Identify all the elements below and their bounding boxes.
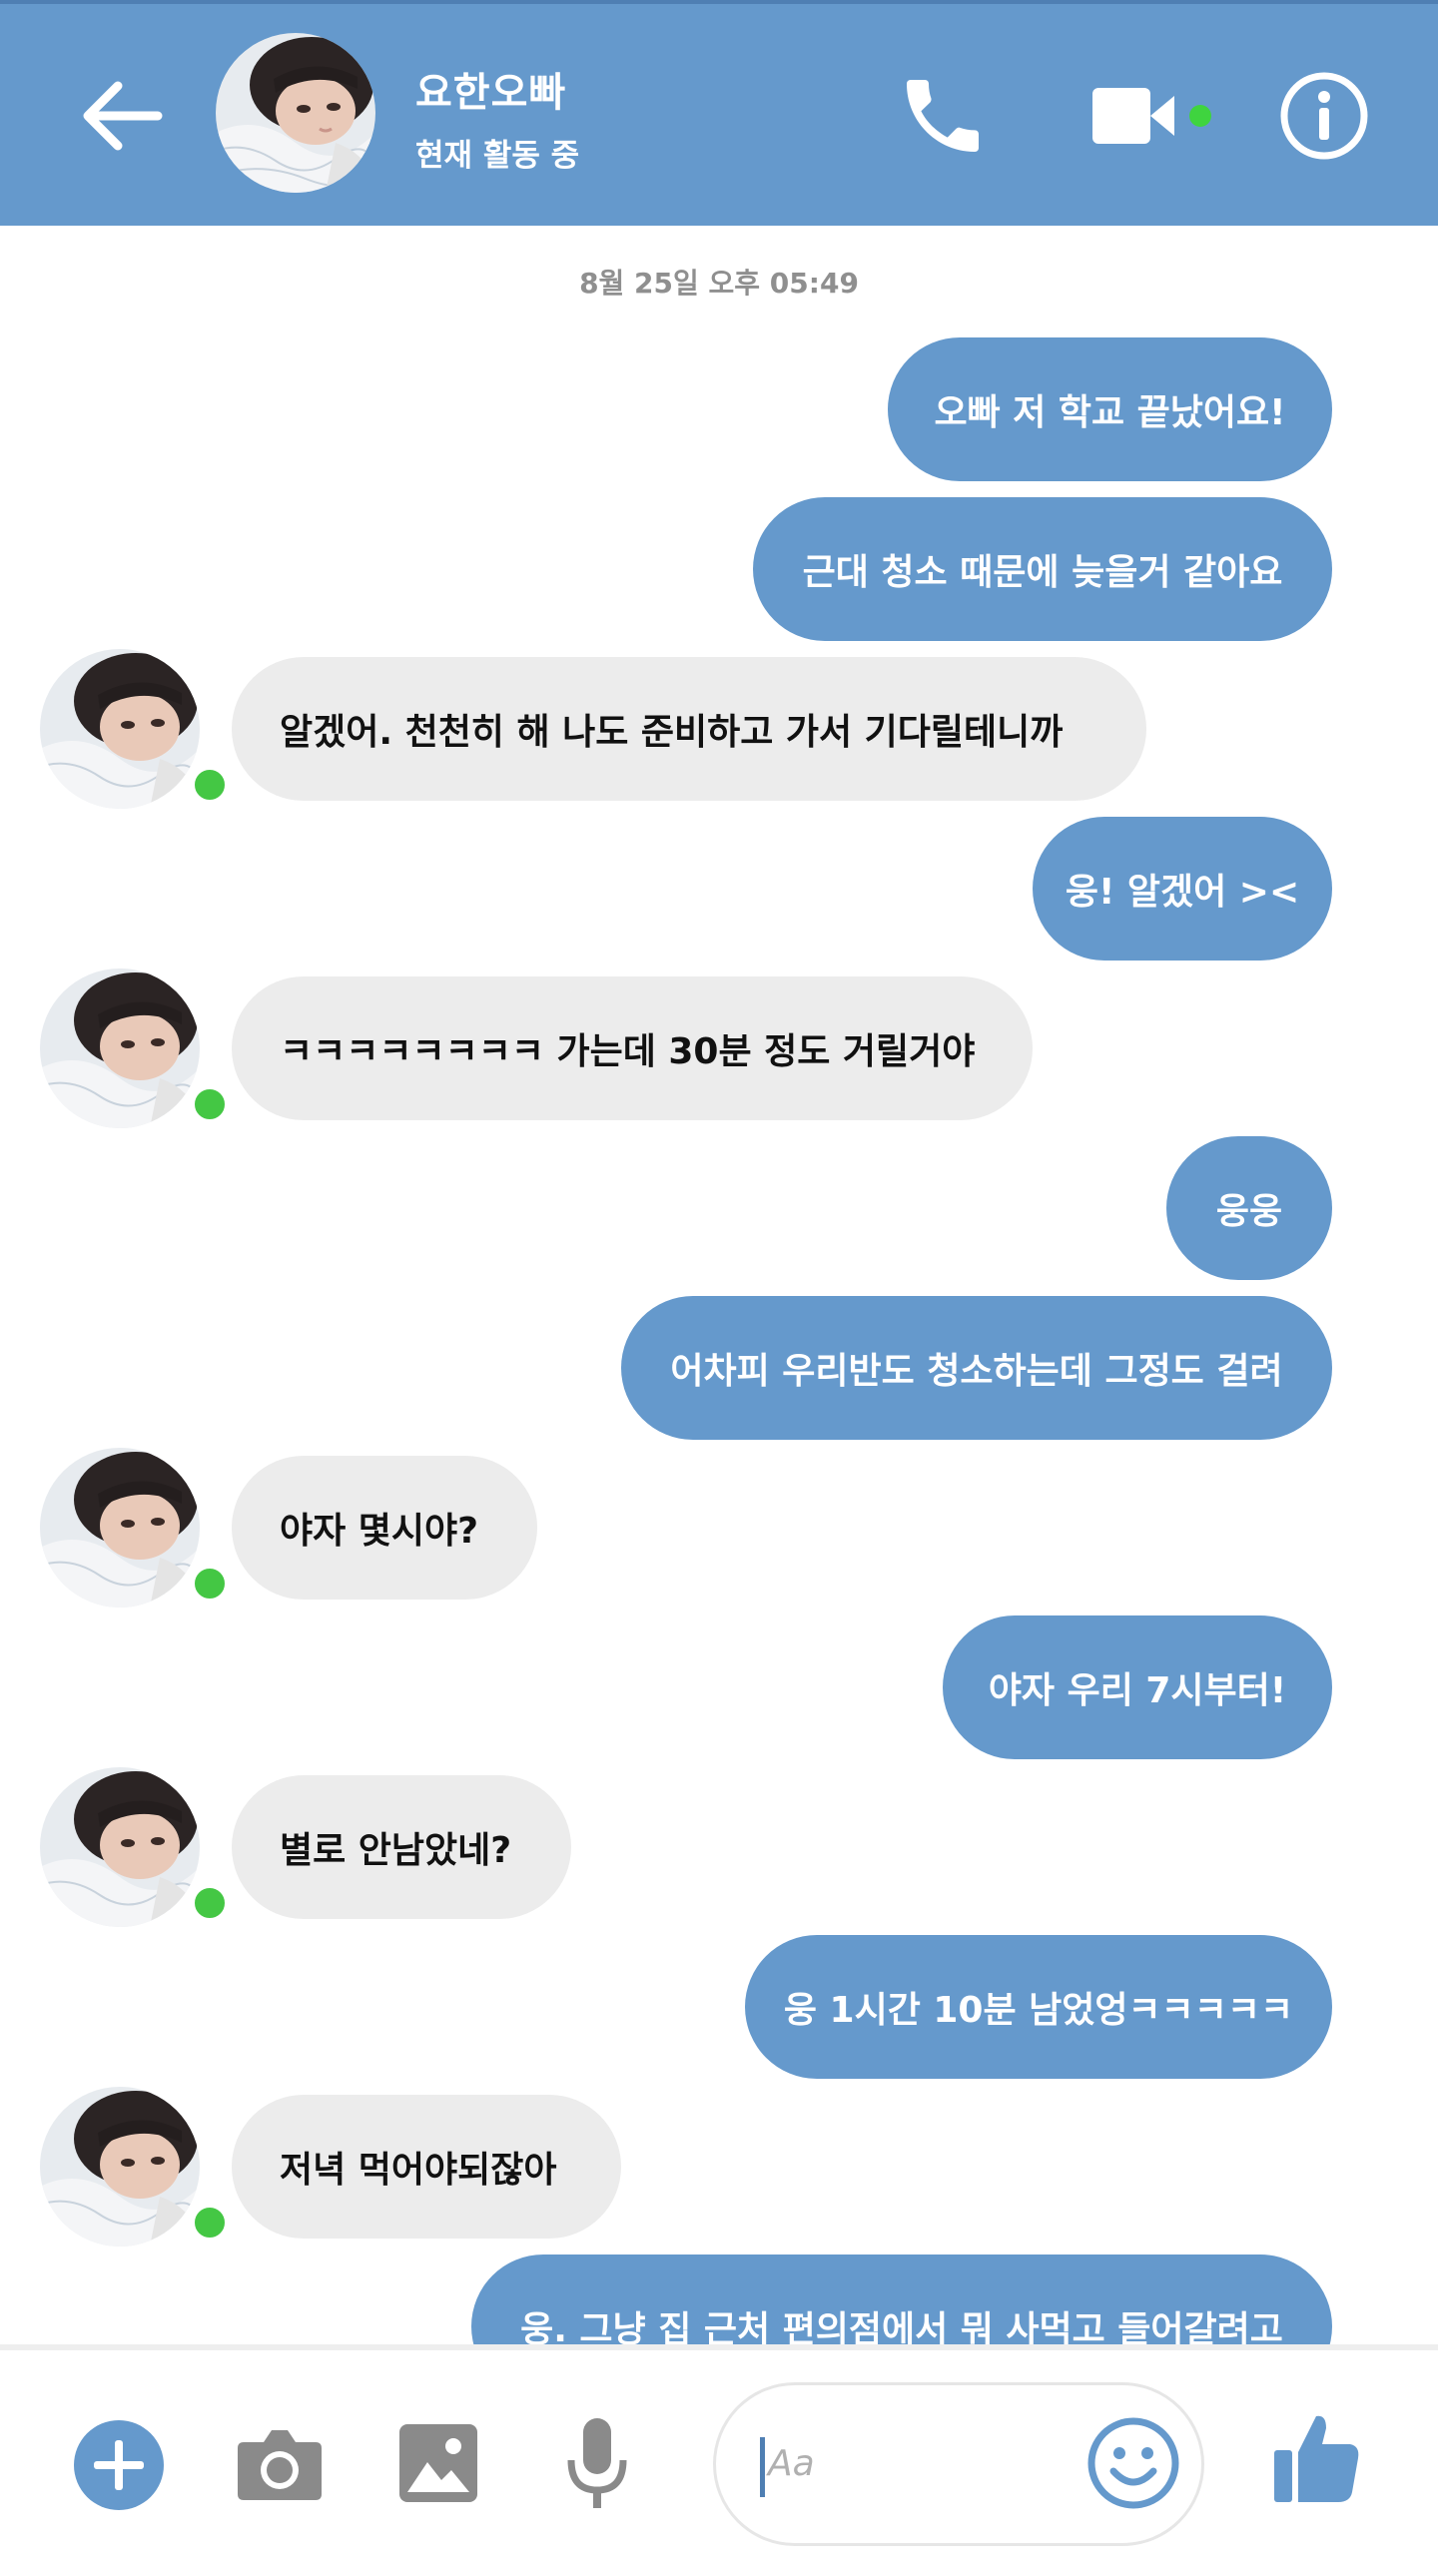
- message-text: 웅. 그냥 집 근처 편의점에서 뭐 사먹고 들어갈려고: [520, 2309, 1283, 2344]
- message-text: 웅! 알겠어 ><: [1065, 872, 1300, 913]
- chat-header: 요한오빠 현재 활동 중: [0, 0, 1438, 226]
- composer-divider: [0, 2344, 1438, 2350]
- phone-call-icon[interactable]: [895, 68, 991, 164]
- header-top-line: [0, 0, 1438, 4]
- composer-bar: Aa: [0, 2344, 1438, 2576]
- message-text: 어차피 우리반도 청소하는데 그정도 걸려: [670, 1351, 1283, 1392]
- contact-name: 요한오빠: [415, 70, 567, 116]
- message-bubble-received[interactable]: ㅋㅋㅋㅋㅋㅋㅋㅋ 가는데 30분 정도 거릴거야: [232, 976, 1033, 1120]
- text-cursor: [760, 2437, 765, 2497]
- plus-icon[interactable]: [74, 2420, 164, 2510]
- video-call-icon[interactable]: [1088, 80, 1218, 152]
- message-bubble-sent[interactable]: 웅. 그냥 집 근처 편의점에서 뭐 사먹고 들어갈려고: [471, 2254, 1332, 2344]
- contact-avatar-small[interactable]: [40, 968, 230, 1128]
- message-bubble-received[interactable]: 별로 안남았네?: [232, 1775, 571, 1919]
- contact-avatar-small[interactable]: [40, 1448, 230, 1608]
- message-bubble-received[interactable]: 알겠어. 천천히 해 나도 준비하고 가서 기다릴테니까: [232, 657, 1146, 801]
- online-indicator: [190, 765, 230, 805]
- camera-icon[interactable]: [234, 2418, 326, 2510]
- back-arrow-icon[interactable]: [78, 72, 166, 160]
- message-list[interactable]: 오빠 저 학교 끝났어요! 근대 청소 때문에 늦을거 같아요 알겠어. 천천히…: [0, 226, 1438, 2344]
- message-text: 알겠어. 천천히 해 나도 준비하고 가서 기다릴테니까: [280, 712, 1064, 753]
- message-text: 저녁 먹어야되잖아: [280, 2150, 557, 2191]
- message-text: 야자 우리 7시부터!: [988, 1670, 1287, 1711]
- thumbs-up-icon[interactable]: [1272, 2410, 1362, 2506]
- message-bubble-sent[interactable]: 웅! 알겠어 ><: [1033, 817, 1332, 961]
- smiley-icon[interactable]: [1085, 2415, 1181, 2511]
- avatar-image: [40, 1767, 200, 1927]
- avatar-image: [40, 968, 200, 1128]
- contact-avatar-small[interactable]: [40, 1767, 230, 1927]
- online-indicator: [190, 2203, 230, 2243]
- avatar-image: [40, 2087, 200, 2247]
- microphone-icon[interactable]: [561, 2414, 633, 2514]
- message-text: 야자 몇시야?: [280, 1511, 479, 1552]
- message-text: ㅋㅋㅋㅋㅋㅋㅋㅋ 가는데 30분 정도 거릴거야: [280, 1031, 976, 1072]
- avatar-image: [40, 649, 200, 809]
- contact-avatar-small[interactable]: [40, 649, 230, 809]
- message-bubble-sent[interactable]: 웅웅: [1166, 1136, 1332, 1280]
- message-text: 오빠 저 학교 끝났어요!: [934, 392, 1286, 433]
- online-indicator: [190, 1564, 230, 1604]
- avatar-image: [40, 1448, 200, 1608]
- message-bubble-sent[interactable]: 근대 청소 때문에 늦을거 같아요: [753, 497, 1332, 641]
- message-bubble-received[interactable]: 야자 몇시야?: [232, 1456, 537, 1600]
- message-text: 근대 청소 때문에 늦을거 같아요: [802, 552, 1283, 593]
- info-icon[interactable]: [1278, 70, 1370, 162]
- message-bubble-received[interactable]: 저녁 먹어야되잖아: [232, 2095, 621, 2239]
- message-text: 별로 안남았네?: [280, 1830, 512, 1871]
- online-indicator: [190, 1084, 230, 1124]
- contact-status: 현재 활동 중: [415, 138, 580, 174]
- message-input-placeholder: Aa: [768, 2443, 815, 2484]
- contact-avatar[interactable]: [216, 33, 375, 193]
- message-bubble-sent[interactable]: 어차피 우리반도 청소하는데 그정도 걸려: [621, 1296, 1332, 1440]
- message-text: 웅 1시간 10분 남었엉ㅋㅋㅋㅋㅋ: [783, 1990, 1294, 2031]
- online-indicator: [190, 1883, 230, 1923]
- message-text: 웅웅: [1215, 1191, 1283, 1232]
- message-bubble-sent[interactable]: 야자 우리 7시부터!: [943, 1615, 1332, 1759]
- image-icon[interactable]: [397, 2422, 479, 2504]
- message-input[interactable]: Aa: [713, 2382, 1204, 2546]
- message-bubble-sent[interactable]: 웅 1시간 10분 남었엉ㅋㅋㅋㅋㅋ: [745, 1935, 1332, 2079]
- message-bubble-sent[interactable]: 오빠 저 학교 끝났어요!: [888, 337, 1332, 481]
- contact-avatar-small[interactable]: [40, 2087, 230, 2247]
